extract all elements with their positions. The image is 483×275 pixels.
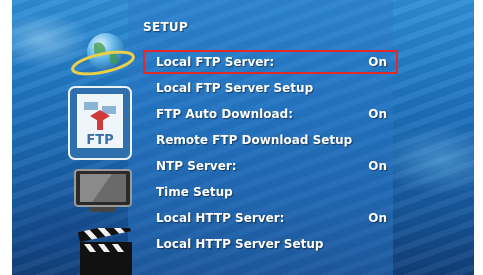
menu-item-label: FTP Auto Download:: [156, 107, 294, 121]
menu-item-value: On: [368, 211, 387, 225]
menu-item-local-ftp-server-setup[interactable]: Local FTP Server Setup: [132, 76, 387, 102]
tv-screen: FTP SETUP Local FTP Server: On Local FTP…: [12, 0, 474, 275]
menu-item-label: Local FTP Server Setup: [156, 81, 314, 95]
ftp-icon-text: FTP: [86, 133, 113, 148]
menu-item-remote-ftp-download-setup[interactable]: Remote FTP Download Setup: [132, 128, 387, 154]
clapperboard-icon[interactable]: [76, 228, 136, 275]
menu-item-label: Local HTTP Server:: [156, 211, 285, 225]
globe-icon[interactable]: [70, 30, 136, 80]
menu-item-label: Local HTTP Server Setup: [156, 237, 324, 251]
menu-item-ftp-auto-download[interactable]: FTP Auto Download: On: [132, 102, 387, 128]
menu-item-label: Local FTP Server:: [156, 55, 275, 69]
menu-item-local-http-server-setup[interactable]: Local HTTP Server Setup: [132, 232, 387, 258]
menu-item-local-ftp-server[interactable]: Local FTP Server: On: [132, 50, 398, 76]
page-title: SETUP: [143, 20, 189, 34]
menu-item-value: On: [368, 55, 387, 69]
tv-icon[interactable]: [72, 168, 134, 214]
menu-item-time-setup[interactable]: Time Setup: [132, 180, 387, 206]
menu-item-label: Time Setup: [156, 185, 233, 199]
menu-item-value: On: [368, 159, 387, 173]
menu-item-label: Remote FTP Download Setup: [156, 133, 353, 147]
menu-item-ntp-server[interactable]: NTP Server: On: [132, 154, 387, 180]
ftp-icon[interactable]: FTP: [68, 86, 132, 160]
menu-item-value: On: [368, 107, 387, 121]
setup-menu: Local FTP Server: On Local FTP Server Se…: [132, 50, 398, 258]
menu-item-local-http-server[interactable]: Local HTTP Server: On: [132, 206, 387, 232]
menu-item-label: NTP Server:: [156, 159, 237, 173]
